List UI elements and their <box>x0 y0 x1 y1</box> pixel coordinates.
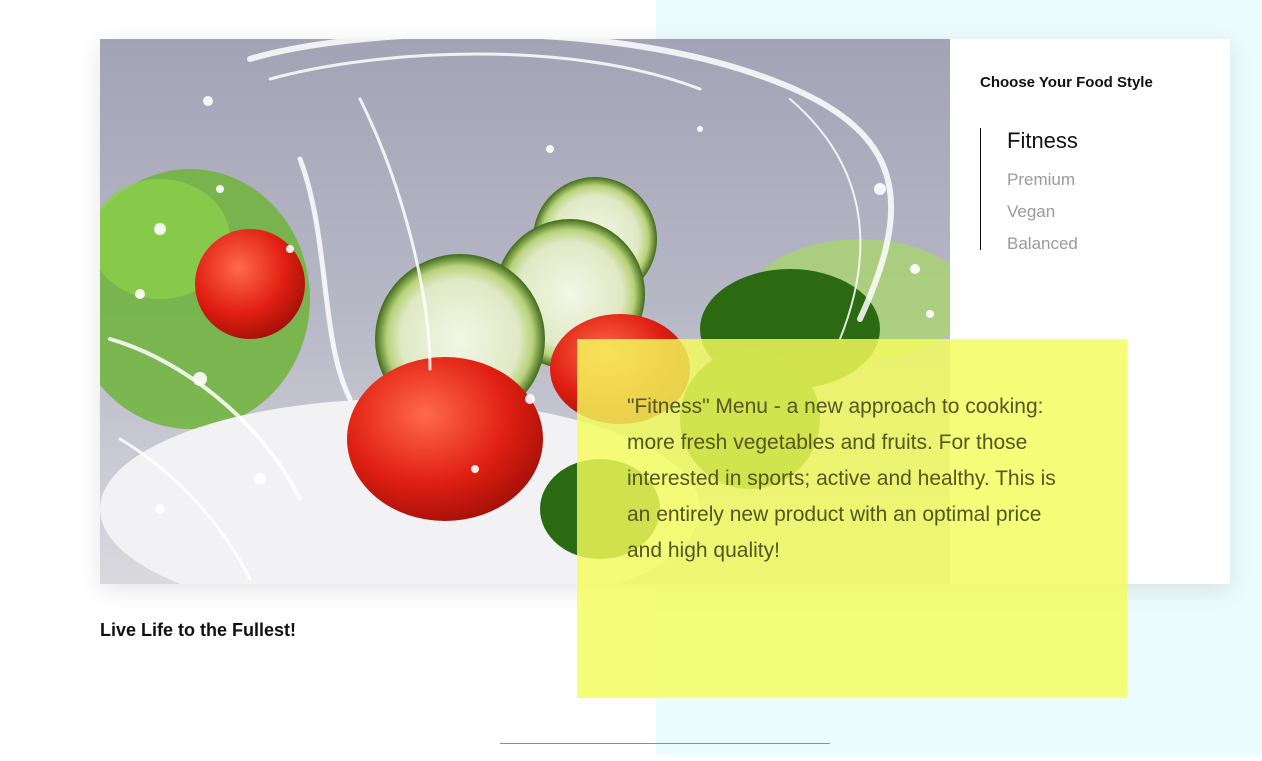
divider-line <box>500 743 830 744</box>
tagline: Live Life to the Fullest! <box>100 620 297 640</box>
style-item-fitness[interactable]: Fitness <box>1007 128 1078 164</box>
food-style-list: Fitness Premium Vegan Balanced <box>980 128 1078 253</box>
menu-description: "Fitness" Menu - a new approach to cooki… <box>627 395 1056 562</box>
style-item-premium[interactable]: Premium <box>1007 164 1078 196</box>
food-style-heading: Choose Your Food Style <box>980 74 1153 91</box>
style-item-vegan[interactable]: Vegan <box>1007 196 1078 228</box>
description-box: "Fitness" Menu - a new approach to cooki… <box>577 339 1127 698</box>
style-item-balanced[interactable]: Balanced <box>1007 228 1078 260</box>
